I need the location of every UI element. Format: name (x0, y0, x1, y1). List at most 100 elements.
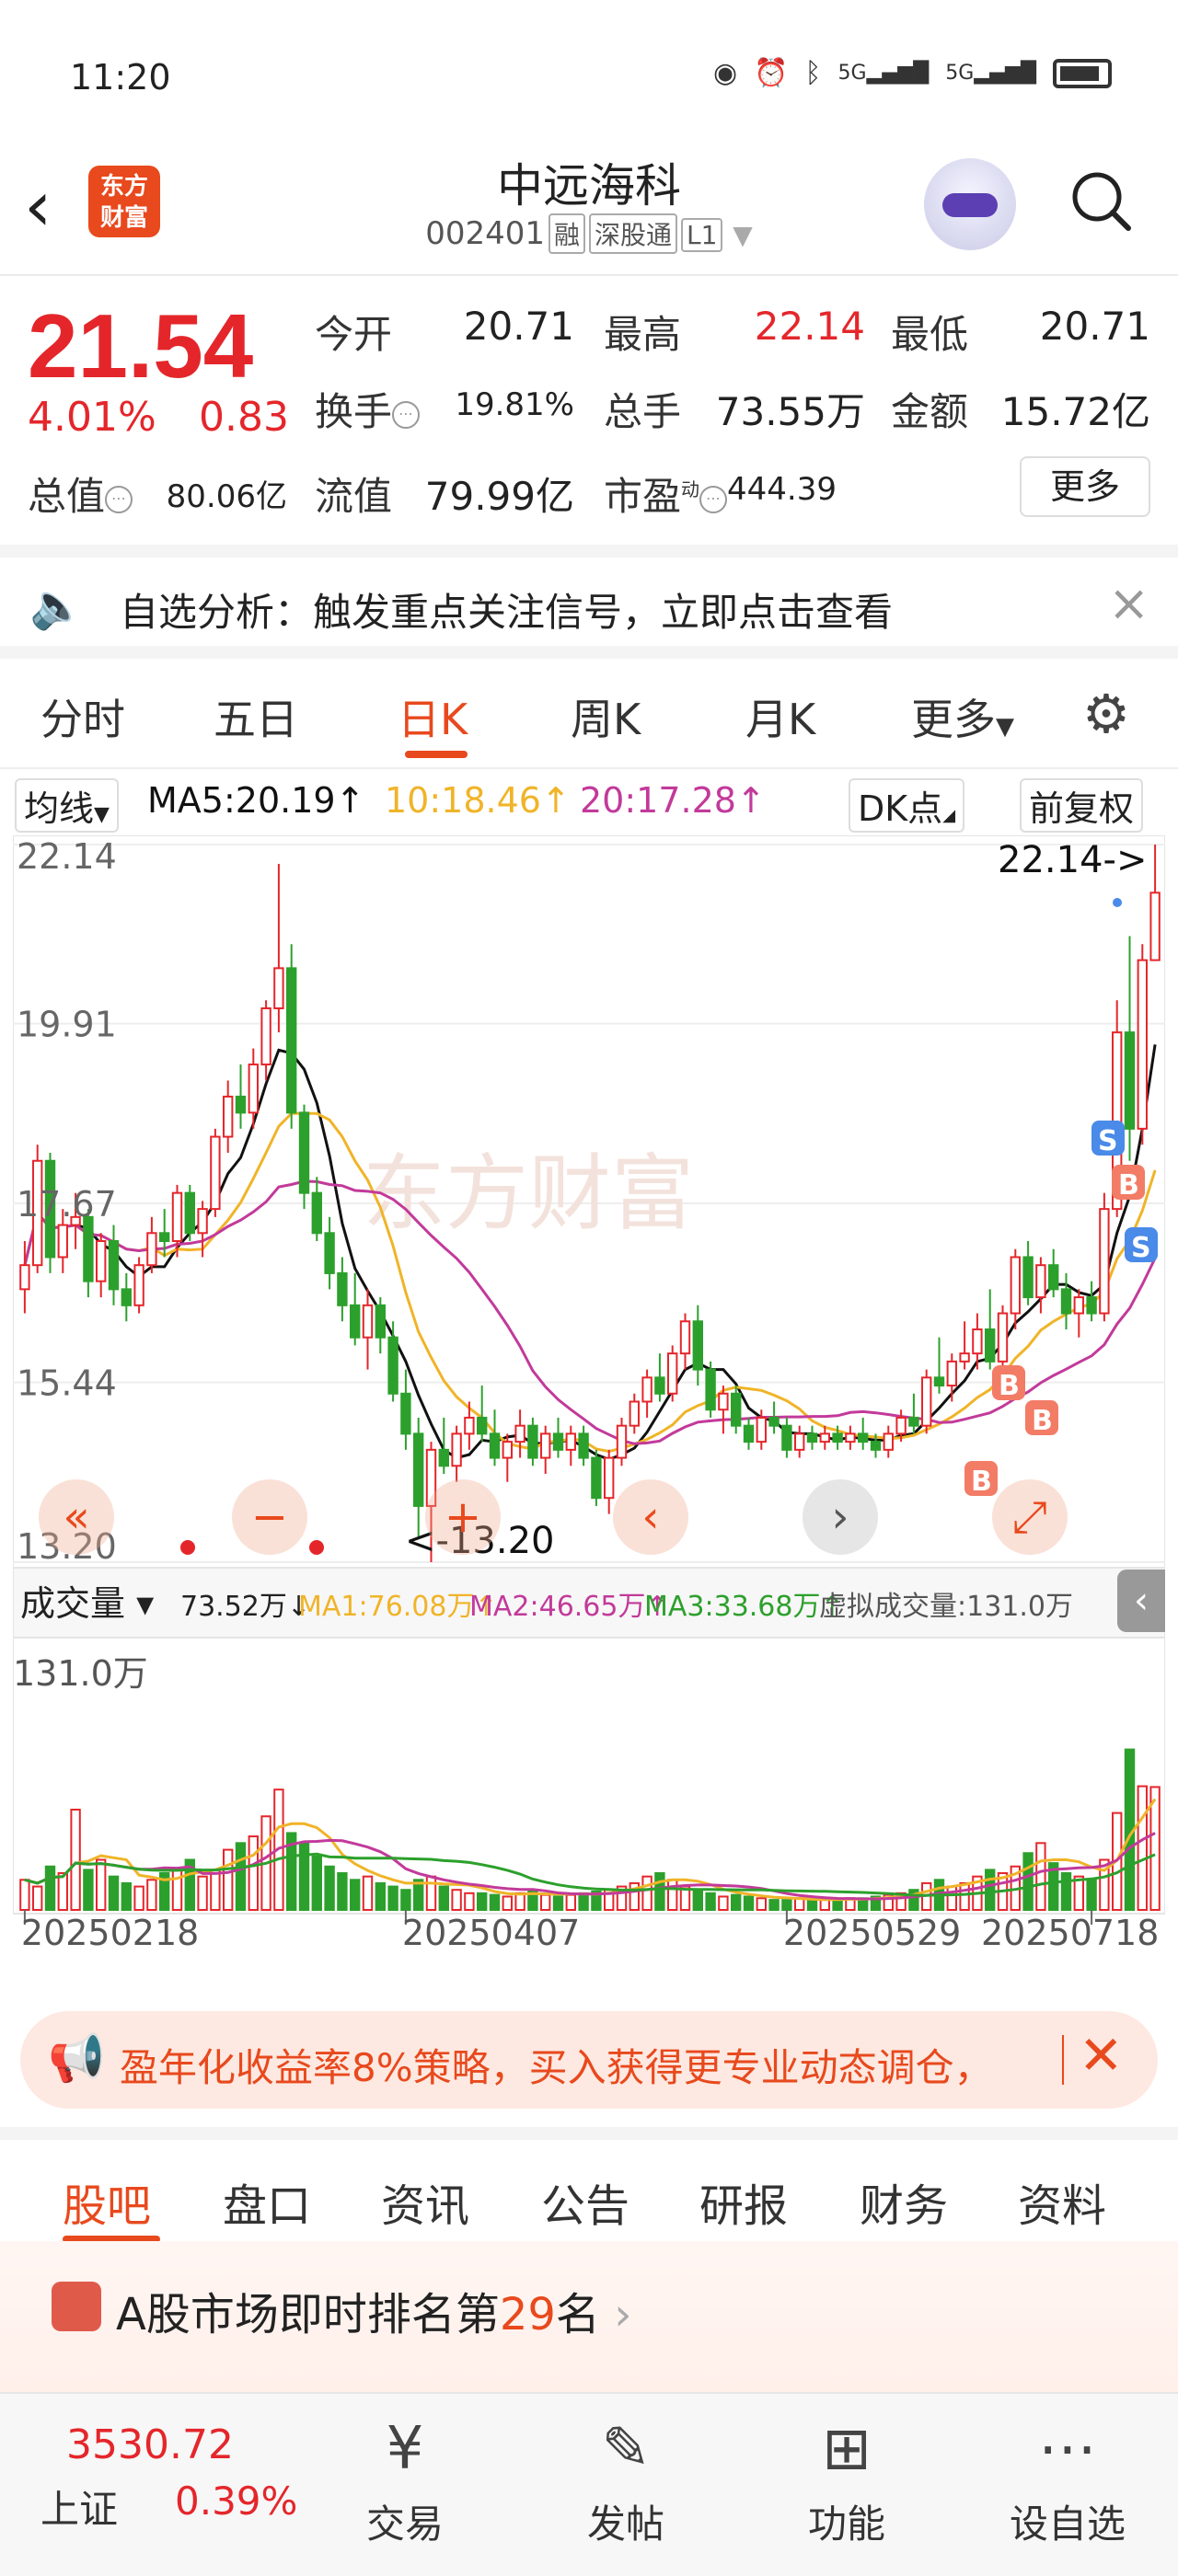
tab-forum[interactable]: 股吧 (63, 2169, 151, 2234)
signal-badge: S (1091, 1121, 1125, 1157)
rank-card[interactable]: A股市场即时排名第29名 › (0, 2241, 1178, 2392)
candle-body (298, 1111, 310, 1194)
candle-body (819, 1432, 830, 1443)
volume-bar (1137, 1785, 1148, 1911)
tab-more[interactable]: 更多▼ (911, 686, 1014, 747)
zoom-in-button[interactable]: + (425, 1479, 501, 1555)
volume-bar (502, 1895, 513, 1912)
search-icon[interactable] (1068, 167, 1134, 234)
market-cap-label[interactable]: 总值 ⋯ (28, 466, 133, 522)
signal-badge-label: B (1118, 1169, 1139, 1202)
nav-trade[interactable]: ¥ 交易 (331, 2412, 479, 2549)
volume-bar (489, 1893, 501, 1911)
volume-bar (438, 1885, 449, 1912)
kline-chart[interactable]: 东方财富 22.1419.9117.6715.4413.20 22.14-> <… (13, 835, 1165, 1987)
close-icon[interactable]: × (1108, 574, 1149, 632)
nav-watchlist[interactable]: ⋯ 设自选 (994, 2412, 1141, 2549)
nav-post[interactable]: ✎ 发帖 (552, 2412, 699, 2549)
adjust-selector[interactable]: 前复权 (1020, 778, 1144, 833)
candle-body (1137, 959, 1148, 1130)
candle-body (286, 967, 297, 1114)
tab-announcements[interactable]: 公告 (541, 2169, 629, 2234)
volume-bar (781, 1899, 792, 1912)
watermark: 东方财富 (363, 1145, 694, 1242)
change-amount: 0.83 (199, 394, 289, 441)
candle-body (832, 1432, 843, 1443)
tab-monthly-k[interactable]: 月K (745, 686, 815, 747)
candle-body (616, 1424, 628, 1459)
indicator-selector[interactable]: 均线▼ (15, 778, 119, 833)
candle-body (667, 1352, 678, 1395)
candle-body (96, 1240, 107, 1282)
y-axis-ticks: 22.1419.9117.6715.4413.20 (17, 836, 117, 1567)
candle-body (489, 1432, 501, 1459)
candle-body (464, 1416, 475, 1435)
quote-panel: 21.54 4.01% 0.83 今开 20.71 最高 22.14 最低 20… (0, 276, 1178, 543)
marker-dot (1113, 898, 1122, 907)
candle-body (19, 1264, 30, 1291)
tab-five-day[interactable]: 五日 (214, 686, 298, 747)
gear-icon[interactable]: ⚙ (1082, 683, 1130, 745)
volume-ma2-value: MA2:46.65万↑ (469, 1591, 669, 1623)
turnover-label[interactable]: 换手 ⋯ (315, 381, 421, 437)
marker-dot (309, 1540, 324, 1555)
more-button[interactable]: 更多 (1020, 456, 1150, 517)
tab-intraday[interactable]: 分时 (40, 686, 125, 747)
candle-body (146, 1232, 157, 1267)
index-value[interactable]: 3530.72 (66, 2421, 234, 2468)
candle-body (679, 1320, 691, 1355)
nav-function[interactable]: ⊞ 功能 (773, 2412, 920, 2549)
corner-icon: ◢ (942, 806, 956, 825)
tab-financials[interactable]: 财务 (860, 2169, 948, 2234)
y-tick-label: 19.91 (17, 1005, 117, 1045)
volume-bar (171, 1869, 183, 1912)
volume-bar (375, 1881, 386, 1911)
assistant-avatar[interactable] (924, 158, 1016, 250)
volume-bar (57, 1872, 68, 1911)
high-label: 最高 (604, 312, 682, 357)
promo-banner[interactable]: 📢 盈年化收益率8%策略，买入获得更专业动态调仓， ✕ (20, 2011, 1158, 2109)
pe-label[interactable]: 市盈动 ⋯ (604, 466, 728, 522)
candle-body (1048, 1264, 1059, 1291)
volume-bar (108, 1875, 120, 1911)
volume-bar (400, 1889, 411, 1912)
dk-point-selector[interactable]: DK点◢ (849, 778, 965, 833)
candle-body (604, 1456, 615, 1500)
signal-badge-label: B (1032, 1405, 1053, 1437)
rank-text[interactable]: A股市场即时排名第29名 › (116, 2278, 631, 2342)
fullscreen-icon[interactable]: ⤢ (992, 1479, 1068, 1555)
status-icons: ◉ ⏰ ᛒ 5G▂▄▆█ 5G▂▄▆█ (713, 57, 1112, 89)
notice-text[interactable]: 自选分析：触发重点关注信号，立即点击查看 (120, 581, 893, 638)
volume-bar (464, 1892, 475, 1911)
signal-badge-label: S (1098, 1125, 1118, 1157)
next-button[interactable]: › (803, 1479, 878, 1555)
volume-bar (248, 1835, 259, 1911)
volume-bar (946, 1885, 957, 1912)
index-name[interactable]: 上证 (40, 2478, 118, 2535)
tab-daily-k[interactable]: 日K (398, 686, 468, 747)
alarm-icon: ⏰ (754, 57, 789, 89)
candle-body (768, 1416, 780, 1427)
volume-bar (743, 1895, 755, 1912)
promo-text[interactable]: 盈年化收益率8%策略，买入获得更专业动态调仓， (120, 2037, 993, 2093)
tab-research[interactable]: 研报 (699, 2169, 788, 2234)
candle-body (1124, 1031, 1136, 1130)
y-tick-label: 17.67 (17, 1184, 117, 1225)
eye-icon: ◉ (712, 57, 738, 89)
zoom-out-button[interactable]: − (232, 1479, 307, 1555)
tab-weekly-k[interactable]: 周K (571, 686, 641, 747)
tab-orderbook[interactable]: 盘口 (223, 2169, 311, 2234)
scroll-left-button[interactable]: « (39, 1479, 114, 1555)
index-percent[interactable]: 0.39% (175, 2478, 297, 2524)
signal-badge: B (964, 1461, 998, 1498)
tab-profile[interactable]: 资料 (1018, 2169, 1106, 2234)
collapse-button[interactable]: ‹ (1117, 1570, 1165, 1632)
volume-label: 总手 (604, 389, 682, 434)
candle-body (552, 1432, 564, 1451)
candle-body (1022, 1256, 1034, 1299)
candle-body (171, 1191, 183, 1243)
notice-bar[interactable]: 🔈 自选分析：触发重点关注信号，立即点击查看 × (0, 545, 1178, 659)
tab-news[interactable]: 资讯 (381, 2169, 469, 2234)
close-icon[interactable]: ✕ (1079, 2024, 1124, 2087)
prev-button[interactable]: ‹ (613, 1479, 688, 1555)
